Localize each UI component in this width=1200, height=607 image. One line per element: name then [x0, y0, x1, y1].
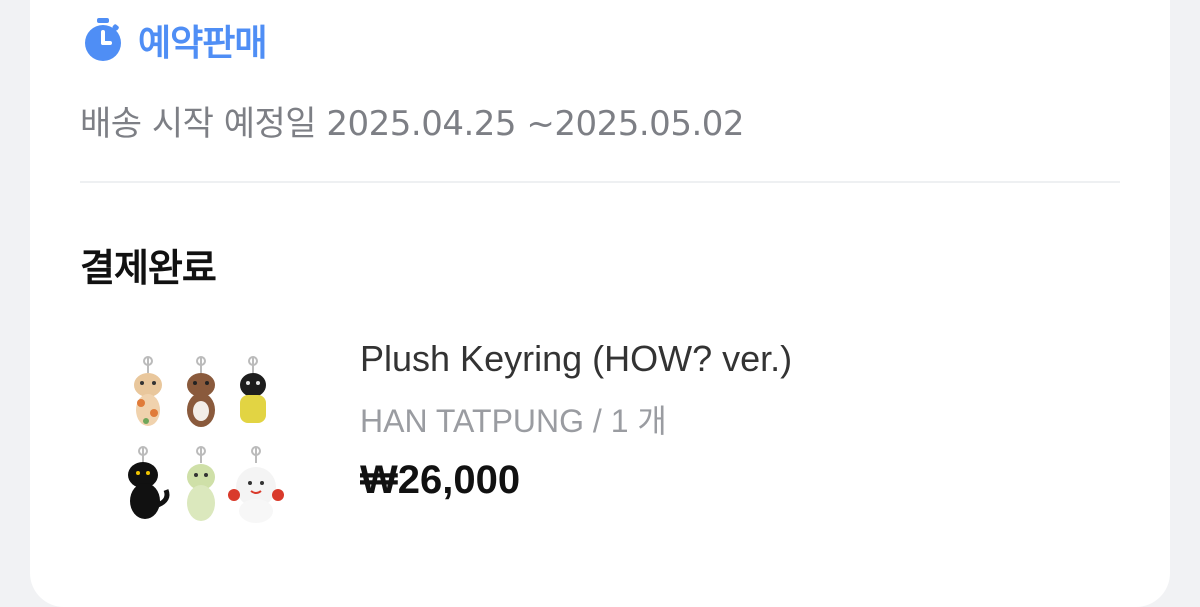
shipping-date-info: 배송 시작 예정일 2025.04.25 ~2025.05.02: [80, 104, 745, 144]
plush-alien-icon: [187, 446, 215, 521]
plush-black-cat-yellow-icon: [240, 356, 266, 423]
presale-badge: 예약판매: [82, 14, 267, 66]
product-name[interactable]: Plush Keyring (HOW? ver.): [360, 338, 792, 380]
plush-bear-icon: [187, 356, 215, 427]
divider: [80, 181, 1120, 183]
plush-tiger-icon: [134, 356, 162, 426]
product-option: HAN TATPUNG / 1 개: [360, 403, 667, 439]
payment-status: 결제완료: [80, 246, 217, 290]
presale-label: 예약판매: [138, 23, 267, 64]
stopwatch-icon: [82, 17, 124, 63]
product-price: ₩26,000: [360, 458, 521, 502]
product-image[interactable]: [108, 355, 298, 530]
plush-black-cat-icon: [128, 446, 170, 519]
plush-snowman-icon: [228, 446, 284, 523]
